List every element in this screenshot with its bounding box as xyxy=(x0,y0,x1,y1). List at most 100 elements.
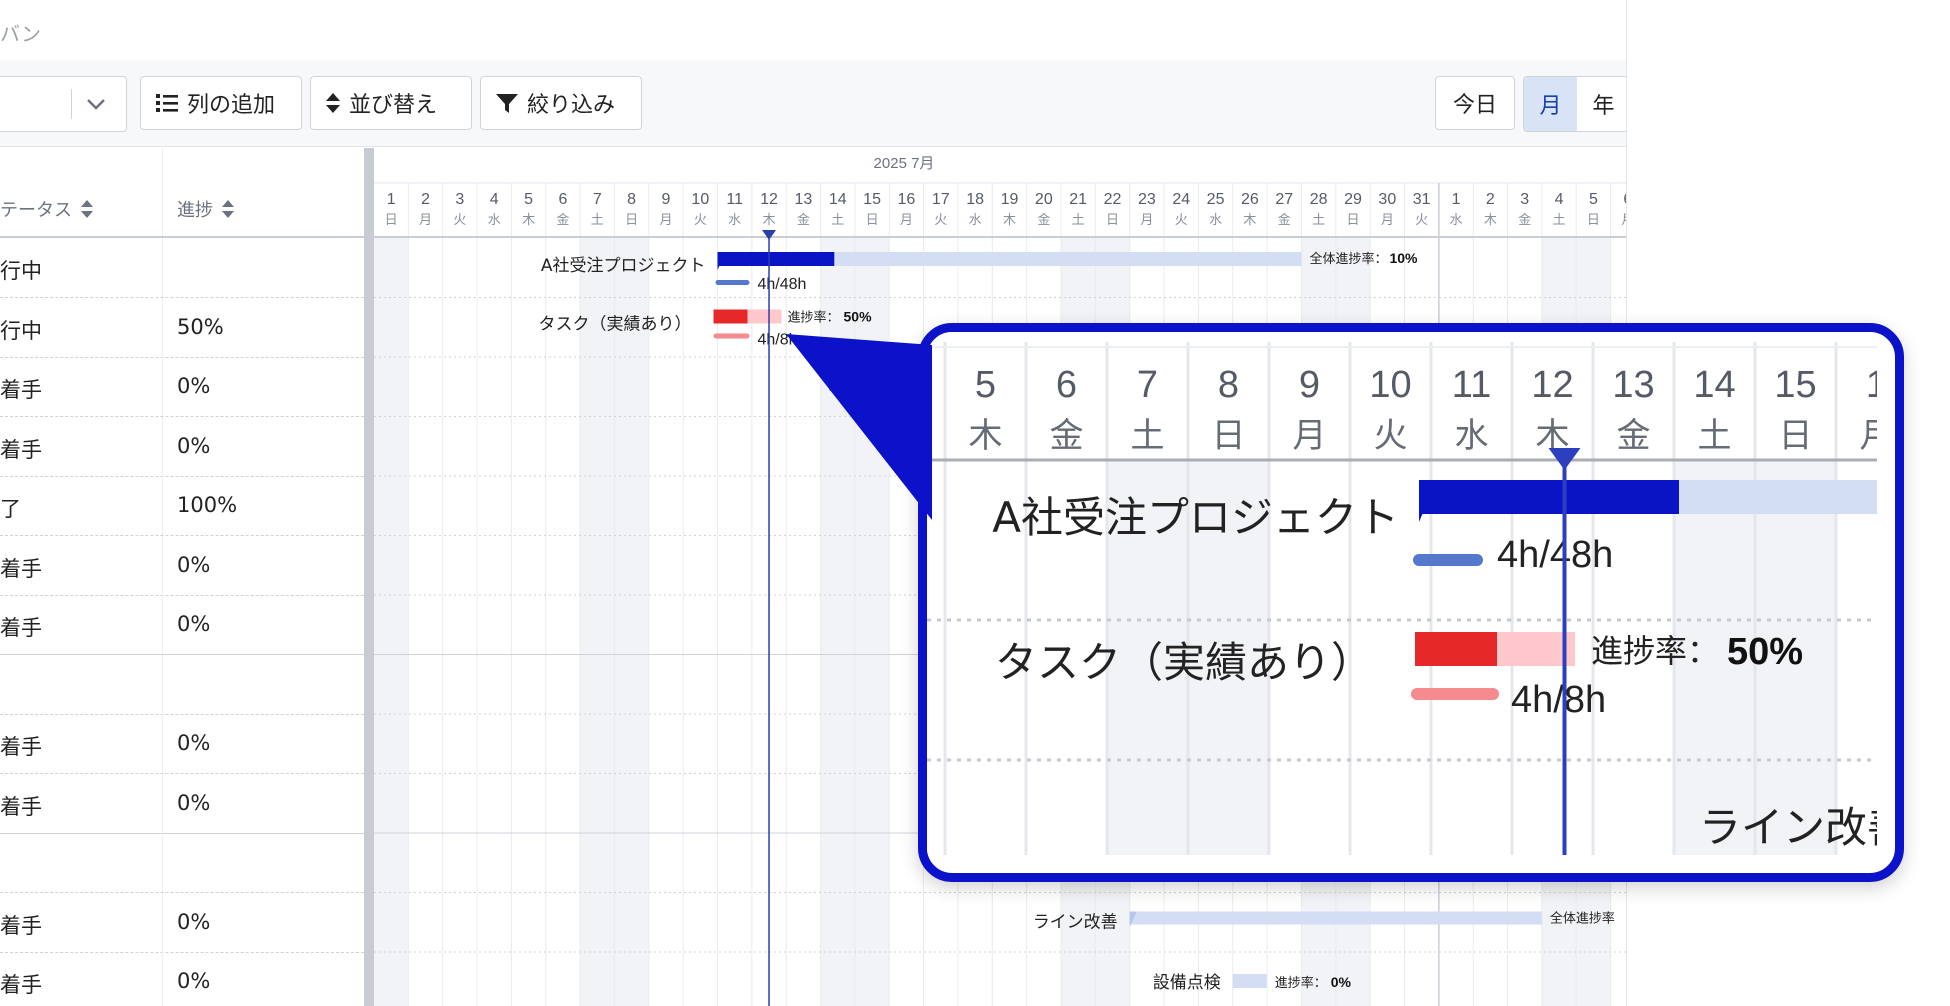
pane-splitter[interactable] xyxy=(364,148,374,1006)
column-divider xyxy=(162,238,163,297)
year-view-button[interactable]: 年 xyxy=(1577,77,1626,131)
zoom-canvas: 5木6金7土8日9月10火11水12木13金14土15日1月A社受注プロジェクト… xyxy=(927,332,1877,855)
project-bar-progress xyxy=(717,252,835,266)
column-divider xyxy=(162,833,163,892)
day-weekday: 火 xyxy=(1175,213,1188,228)
sort-button[interactable]: 並び替え xyxy=(310,76,472,130)
progress-note-value: 10% xyxy=(1389,250,1418,266)
day-weekday: 木 xyxy=(1484,213,1497,228)
progress-header-label: 進捗 xyxy=(177,200,213,221)
column-divider xyxy=(162,297,163,357)
table-row[interactable] xyxy=(0,654,364,715)
add-column-label: 列の追加 xyxy=(187,93,276,118)
progress-cell: 100% xyxy=(177,493,238,517)
task-name: A社受注プロジェクト xyxy=(541,256,706,276)
day-number: 2 xyxy=(421,191,430,208)
status-header-label: テータス xyxy=(0,200,72,221)
day-number: 23 xyxy=(1138,191,1156,208)
day-weekday: 日 xyxy=(1212,416,1246,456)
weekend-column xyxy=(614,238,649,1006)
table-row[interactable]: 着手 0% xyxy=(0,357,364,417)
day-number: 3 xyxy=(1520,191,1529,208)
day-weekday: 金 xyxy=(556,212,569,228)
column-divider xyxy=(162,892,163,952)
progress-column-header[interactable]: 進捗 xyxy=(177,196,235,222)
task-hours: 4h/8h xyxy=(1511,679,1606,721)
day-number: 11 xyxy=(726,191,743,208)
today-button[interactable]: 今日 xyxy=(1435,76,1515,130)
table-row[interactable]: 着手 0% xyxy=(0,416,364,477)
day-number: 2 xyxy=(1486,191,1495,208)
table-row[interactable]: 着手 0% xyxy=(0,892,364,953)
month-view-button[interactable]: 月 xyxy=(1524,77,1577,131)
status-column-header[interactable]: テータス xyxy=(0,196,94,222)
day-number: 1 xyxy=(1866,364,1877,406)
table-row[interactable]: 着手 0% xyxy=(0,535,364,596)
day-weekday: 日 xyxy=(1106,213,1119,228)
project-bar-remaining xyxy=(1129,911,1542,925)
progress-cell: 0% xyxy=(177,374,211,398)
column-divider xyxy=(162,654,163,714)
hours-bar xyxy=(1413,554,1483,566)
table-row[interactable]: 行中 xyxy=(0,238,364,298)
status-cell: 着手 xyxy=(0,437,42,462)
weekend-column xyxy=(854,238,890,1006)
status-cell: 着手 xyxy=(0,794,42,819)
day-weekday: 日 xyxy=(1587,213,1600,228)
day-weekday: 木 xyxy=(522,213,535,228)
progress-cell: 0% xyxy=(177,969,211,993)
progress-cell: 0% xyxy=(177,731,211,755)
day-weekday: 金 xyxy=(797,212,810,228)
day-weekday: 木 xyxy=(763,213,776,228)
day-number: 19 xyxy=(1001,191,1019,208)
table-row[interactable]: 着手 0% xyxy=(0,595,364,655)
progress-note-value: 50% xyxy=(1727,631,1803,673)
day-weekday: 月 xyxy=(1860,416,1878,456)
project-bar-progress xyxy=(1419,480,1679,514)
day-weekday: 日 xyxy=(1779,416,1813,456)
day-weekday: 火 xyxy=(1374,416,1408,456)
task-name: タスク（実績あり） xyxy=(539,315,692,335)
day-number: 3 xyxy=(455,191,464,208)
day-weekday: 水 xyxy=(1209,213,1222,228)
day-number: 26 xyxy=(1241,191,1259,208)
day-number: 9 xyxy=(1299,364,1320,406)
table-row[interactable]: 了 100% xyxy=(0,476,364,536)
day-number: 1 xyxy=(1452,191,1461,208)
day-weekday: 火 xyxy=(453,213,466,228)
table-row[interactable]: 行中 50% xyxy=(0,297,364,358)
toolbar: 列の追加 並び替え 絞り込み 今日 月 年 xyxy=(0,60,1626,147)
day-weekday: 木 xyxy=(1243,213,1256,228)
progress-note-label: 進捗率： xyxy=(1275,975,1327,991)
filter-label: 絞り込み xyxy=(527,93,616,118)
day-number: 5 xyxy=(1589,191,1598,208)
table-row[interactable]: 着手 0% xyxy=(0,714,364,774)
day-number: 4 xyxy=(1555,191,1564,208)
status-cell: 着手 xyxy=(0,556,42,581)
view-select[interactable] xyxy=(0,76,127,132)
day-weekday: 月 xyxy=(419,213,432,228)
table-row[interactable]: 着手 0% xyxy=(0,773,364,834)
day-weekday: 日 xyxy=(866,213,879,228)
table-row[interactable]: 着手 0% xyxy=(0,952,364,1006)
status-cell: 行中 xyxy=(0,259,42,283)
day-number: 29 xyxy=(1344,191,1362,208)
progress-cell: 0% xyxy=(177,433,211,458)
filter-button[interactable]: 絞り込み xyxy=(480,76,642,130)
progress-cell: 0% xyxy=(177,909,211,934)
task-name: A社受注プロジェクト xyxy=(992,493,1399,542)
day-number: 6 xyxy=(1623,191,1626,208)
progress-note-value: 0% xyxy=(1331,974,1352,990)
add-column-button[interactable]: 列の追加 xyxy=(140,76,302,130)
table-row[interactable] xyxy=(0,833,364,893)
day-number: 11 xyxy=(1452,364,1491,406)
hours-bar xyxy=(1411,688,1499,700)
day-weekday: 日 xyxy=(385,213,398,228)
task-name: ライン改善 xyxy=(1699,803,1877,852)
task-name: 設備点検 xyxy=(1153,973,1221,993)
day-number: 18 xyxy=(966,191,984,208)
progress-note-label: 進捗率： xyxy=(788,310,840,326)
day-number: 27 xyxy=(1275,191,1293,208)
day-number: 8 xyxy=(627,191,636,208)
weekend-column xyxy=(374,238,409,1006)
